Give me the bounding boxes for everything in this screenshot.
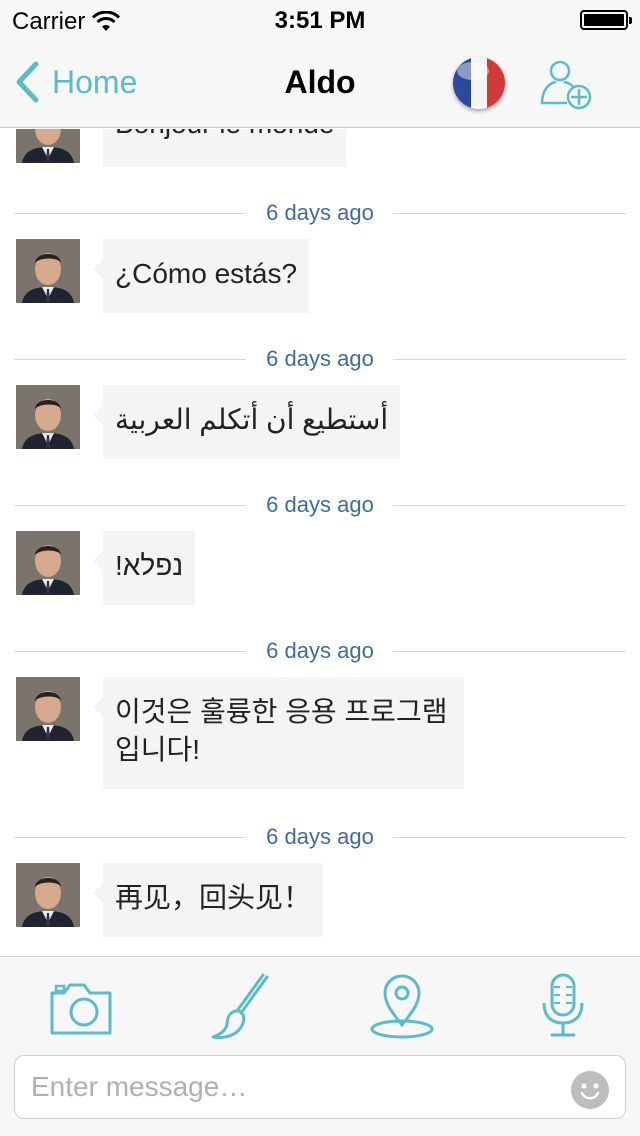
message-text: ¿Cómo estás? xyxy=(115,258,298,289)
french-flag-icon[interactable] xyxy=(453,57,505,109)
message-input[interactable] xyxy=(31,1066,561,1108)
battery-icon xyxy=(580,10,632,30)
brush-icon[interactable] xyxy=(205,973,275,1039)
message-text: 再见，回头见！ xyxy=(115,882,312,913)
timestamp: 6 days ago xyxy=(266,638,374,663)
time-separator: 6 days ago xyxy=(0,637,640,665)
message-text: Bonjour le monde xyxy=(115,129,334,139)
avatar[interactable] xyxy=(16,677,80,741)
avatar[interactable] xyxy=(16,863,80,927)
avatar[interactable] xyxy=(16,531,80,595)
status-bar: Carrier 3:51 PM xyxy=(0,0,640,40)
time-separator: 6 days ago xyxy=(0,491,640,519)
emoji-icon[interactable] xyxy=(571,1071,609,1109)
time-separator: 6 days ago xyxy=(0,823,640,851)
message-bubble[interactable]: ¿Cómo estás? xyxy=(92,239,310,313)
message-text: أستطيع أن أتكلم العربية xyxy=(115,404,389,435)
message-text: נפלא! xyxy=(115,550,184,581)
message-text: 이것은 훌륭한 응용 프로그램입니다! xyxy=(115,696,448,765)
timestamp: 6 days ago xyxy=(266,346,374,371)
message-bubble[interactable]: Bonjour le monde xyxy=(103,129,347,167)
message-input-box[interactable] xyxy=(14,1055,626,1119)
message-bubble[interactable]: أستطيع أن أتكلم العربية xyxy=(92,385,401,459)
avatar[interactable] xyxy=(16,385,80,449)
camera-icon[interactable] xyxy=(46,973,116,1039)
message-bubble[interactable]: 再见，回头见！ xyxy=(92,863,324,937)
avatar[interactable] xyxy=(16,129,80,163)
time-separator: 6 days ago xyxy=(0,345,640,373)
timestamp: 6 days ago xyxy=(266,200,374,225)
timestamp: 6 days ago xyxy=(266,824,374,849)
message-bubble[interactable]: נפלא! xyxy=(92,531,196,605)
message-list[interactable]: Bonjour le monde 6 days ago ¿Cómo estás?… xyxy=(0,129,640,955)
location-pin-icon[interactable] xyxy=(367,973,437,1039)
timestamp: 6 days ago xyxy=(266,492,374,517)
navigation-bar: Home Aldo xyxy=(0,40,640,128)
avatar[interactable] xyxy=(16,239,80,303)
status-time: 3:51 PM xyxy=(274,7,366,34)
time-separator: 6 days ago xyxy=(0,199,640,227)
composer-toolbar xyxy=(0,956,640,1136)
microphone-icon[interactable] xyxy=(528,973,598,1039)
add-contact-icon[interactable] xyxy=(538,57,594,113)
message-bubble[interactable]: 이것은 훌륭한 응용 프로그램입니다! xyxy=(93,677,464,789)
